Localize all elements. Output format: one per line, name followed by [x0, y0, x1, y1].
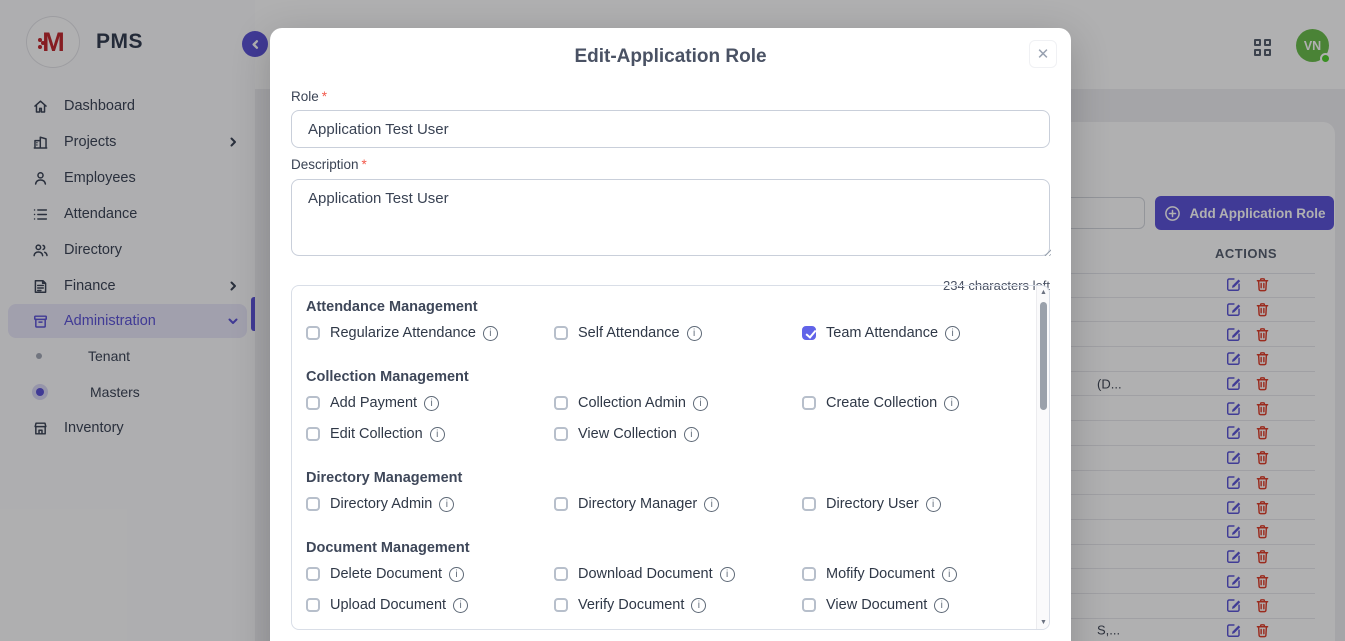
checkbox[interactable] — [306, 326, 320, 340]
checkbox[interactable] — [306, 497, 320, 511]
info-icon[interactable]: i — [934, 598, 949, 613]
info-icon[interactable]: i — [687, 326, 702, 341]
permissions-scrollbar[interactable]: ▲ ▼ — [1036, 286, 1049, 629]
permission-view-collection[interactable]: View Collection i — [554, 425, 802, 443]
scrollbar-thumb[interactable] — [1040, 302, 1047, 410]
permission-mofify-document[interactable]: Mofify Document i — [802, 565, 1009, 583]
checkbox[interactable] — [802, 598, 816, 612]
checkbox[interactable] — [802, 396, 816, 410]
section-title-attendance-management: Attendance Management — [306, 298, 1009, 316]
info-icon[interactable]: i — [926, 497, 941, 512]
checkbox[interactable] — [802, 326, 816, 340]
description-textarea[interactable]: Application Test User — [291, 179, 1050, 256]
permission-row: Directory Admin i Directory Manager i Di… — [306, 495, 1009, 513]
permission-row: Add Payment i Collection Admin i Create … — [306, 394, 1009, 443]
info-icon[interactable]: i — [430, 427, 445, 442]
permission-team-attendance[interactable]: Team Attendance i — [802, 324, 1009, 342]
close-icon: ✕ — [1037, 45, 1050, 63]
info-icon[interactable]: i — [424, 396, 439, 411]
info-icon[interactable]: i — [944, 396, 959, 411]
permission-view-document[interactable]: View Document i — [802, 596, 1009, 614]
close-button[interactable]: ✕ — [1029, 40, 1057, 68]
permission-row: Regularize Attendance i Self Attendance … — [306, 324, 1009, 342]
checkbox[interactable] — [306, 427, 320, 441]
permission-directory-user[interactable]: Directory User i — [802, 495, 1009, 513]
info-icon[interactable]: i — [704, 497, 719, 512]
section-title-collection-management: Collection Management — [306, 368, 1009, 386]
permission-delete-document[interactable]: Delete Document i — [306, 565, 554, 583]
info-icon[interactable]: i — [945, 326, 960, 341]
checkbox[interactable] — [306, 567, 320, 581]
info-icon[interactable]: i — [691, 598, 706, 613]
permissions-panel: Attendance Management Regularize Attenda… — [291, 285, 1050, 630]
checkbox[interactable] — [554, 427, 568, 441]
description-label: Description* — [291, 157, 367, 172]
role-input[interactable] — [291, 110, 1050, 148]
permission-download-document[interactable]: Download Document i — [554, 565, 802, 583]
permission-collection-admin[interactable]: Collection Admin i — [554, 394, 802, 412]
checkbox[interactable] — [554, 598, 568, 612]
info-icon[interactable]: i — [439, 497, 454, 512]
required-asterisk: * — [322, 89, 327, 104]
checkbox[interactable] — [554, 396, 568, 410]
checkbox[interactable] — [306, 396, 320, 410]
checkbox[interactable] — [802, 567, 816, 581]
scroll-up-arrow-icon[interactable]: ▲ — [1037, 289, 1050, 296]
info-icon[interactable]: i — [942, 567, 957, 582]
permission-add-payment[interactable]: Add Payment i — [306, 394, 554, 412]
checkbox[interactable] — [306, 598, 320, 612]
modal-title: Edit-Application Role — [270, 46, 1071, 68]
info-icon[interactable]: i — [449, 567, 464, 582]
permission-edit-collection[interactable]: Edit Collection i — [306, 425, 554, 443]
permission-create-collection[interactable]: Create Collection i — [802, 394, 1009, 412]
info-icon[interactable]: i — [720, 567, 735, 582]
permission-directory-manager[interactable]: Directory Manager i — [554, 495, 802, 513]
required-asterisk: * — [362, 157, 367, 172]
info-icon[interactable]: i — [453, 598, 468, 613]
app-screen: M PMS Dashboard Projects Employees Atten… — [0, 0, 1345, 641]
permission-directory-admin[interactable]: Directory Admin i — [306, 495, 554, 513]
info-icon[interactable]: i — [684, 427, 699, 442]
scroll-down-arrow-icon[interactable]: ▼ — [1037, 619, 1050, 626]
checkbox[interactable] — [554, 497, 568, 511]
info-icon[interactable]: i — [693, 396, 708, 411]
section-title-document-management: Document Management — [306, 539, 1009, 557]
info-icon[interactable]: i — [483, 326, 498, 341]
checkbox[interactable] — [554, 567, 568, 581]
permission-upload-document[interactable]: Upload Document i — [306, 596, 554, 614]
section-title-directory-management: Directory Management — [306, 469, 1009, 487]
permission-row: Delete Document i Download Document i Mo… — [306, 565, 1009, 614]
checkbox[interactable] — [554, 326, 568, 340]
edit-application-role-modal: Edit-Application Role ✕ Role* Descriptio… — [270, 28, 1071, 641]
permission-self-attendance[interactable]: Self Attendance i — [554, 324, 802, 342]
checkbox[interactable] — [802, 497, 816, 511]
permission-verify-document[interactable]: Verify Document i — [554, 596, 802, 614]
permission-regularize-attendance[interactable]: Regularize Attendance i — [306, 324, 554, 342]
role-label: Role* — [291, 89, 327, 104]
